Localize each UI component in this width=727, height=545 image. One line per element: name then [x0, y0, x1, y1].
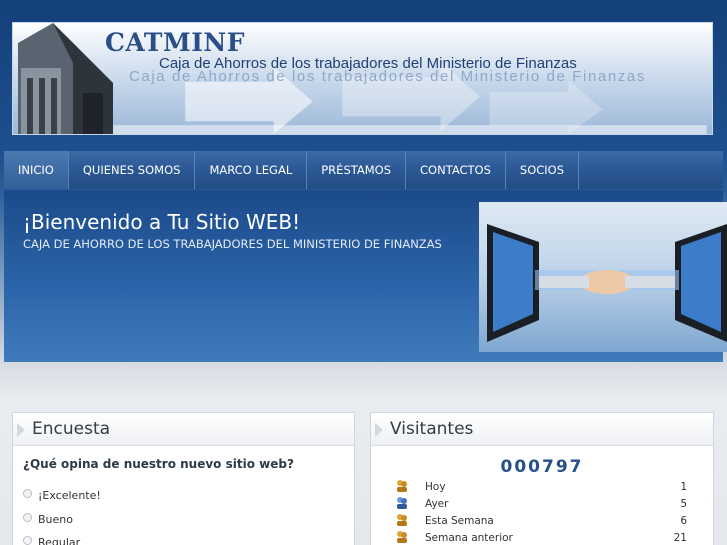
- poll-option-label: ¡Excelente!: [38, 489, 101, 502]
- visitors-panel: Visitantes 000797 Hoy 1 Ayer 5 Esta Sema…: [370, 412, 714, 545]
- visitor-row-label: Ayer: [425, 498, 449, 510]
- visitor-row: Esta Semana 6: [395, 513, 687, 530]
- visitor-row-label: Esta Semana: [425, 515, 494, 527]
- radio-button[interactable]: [23, 536, 32, 545]
- user-group-icon: [397, 514, 407, 526]
- handshake-computers-image: [479, 202, 727, 352]
- visitor-row-label: Semana anterior: [425, 532, 513, 544]
- user-group-blue-icon: [397, 497, 407, 509]
- header-banner: CATMINF Caja de Ahorros de los trabajado…: [12, 22, 713, 135]
- visitor-row-count: 5: [680, 498, 687, 510]
- welcome-subtitle: CAJA DE AHORRO DE LOS TRABAJADORES DEL M…: [23, 237, 442, 251]
- poll-option[interactable]: Bueno: [23, 513, 73, 526]
- poll-option-label: Regular: [38, 536, 81, 545]
- visitor-row-count: 1: [680, 481, 687, 493]
- visitor-row: Semana anterior 21: [395, 530, 687, 545]
- visitor-row: Hoy 1: [395, 479, 687, 496]
- poll-question: ¿Qué opina de nuestro nuevo sitio web?: [23, 457, 294, 471]
- poll-panel: Encuesta ¿Qué opina de nuestro nuevo sit…: [12, 412, 355, 545]
- nav-item-marco-legal[interactable]: MARCO LEGAL: [195, 151, 308, 189]
- visitor-row: Ayer 5: [395, 496, 687, 513]
- panel-arrow-icon: [17, 423, 25, 437]
- poll-header: Encuesta: [13, 413, 354, 446]
- welcome-title: ¡Bienvenido a Tu Sitio WEB!: [23, 210, 301, 234]
- visitor-row-count: 6: [680, 515, 687, 527]
- nav-item-socios[interactable]: SOCIOS: [506, 151, 580, 189]
- site-tagline-reflection: Caja de Ahorros de los trabajadores del …: [129, 68, 646, 85]
- nav-item-inicio[interactable]: INICIO: [4, 151, 69, 189]
- poll-option[interactable]: ¡Excelente!: [23, 489, 101, 502]
- visitors-header: Visitantes: [371, 413, 713, 446]
- poll-option-label: Bueno: [38, 513, 73, 526]
- user-group-icon: [397, 531, 407, 543]
- hero-section: ¡Bienvenido a Tu Sitio WEB! CAJA DE AHOR…: [4, 190, 727, 362]
- visitor-counter: 000797: [500, 457, 584, 477]
- radio-button[interactable]: [23, 489, 32, 498]
- nav-item-prestamos[interactable]: PRÉSTAMOS: [307, 151, 407, 189]
- poll-title: Encuesta: [32, 419, 111, 439]
- poll-option[interactable]: Regular: [23, 536, 80, 545]
- visitor-row-label: Hoy: [425, 481, 446, 493]
- site-logo[interactable]: CATMINF: [105, 28, 245, 57]
- main-nav: INICIO QUIENES SOMOS MARCO LEGAL PRÉSTAM…: [4, 151, 723, 189]
- panel-arrow-icon: [375, 423, 383, 437]
- nav-item-contactos[interactable]: CONTACTOS: [406, 151, 506, 189]
- radio-button[interactable]: [23, 513, 32, 522]
- nav-item-quienes-somos[interactable]: QUIENES SOMOS: [69, 151, 196, 189]
- user-group-icon: [397, 480, 407, 492]
- visitors-title: Visitantes: [390, 419, 474, 439]
- visitor-row-count: 21: [673, 532, 687, 544]
